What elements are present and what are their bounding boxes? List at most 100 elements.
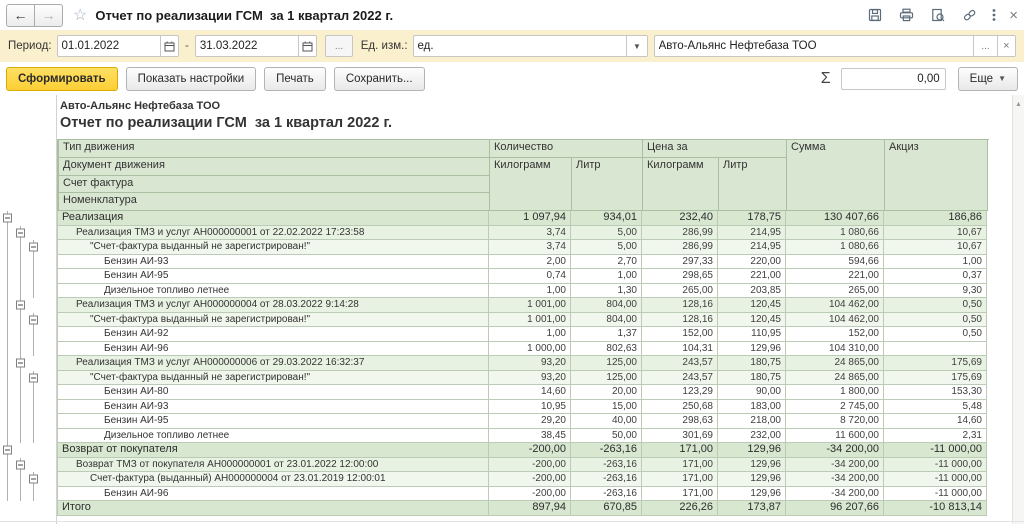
collapse-minus-icon[interactable] bbox=[3, 446, 12, 455]
vertical-scrollbar[interactable]: ▲ bbox=[1012, 95, 1024, 524]
tree-gutter-cell bbox=[0, 443, 57, 458]
print-icon[interactable] bbox=[899, 8, 914, 22]
row-value: 5,48 bbox=[884, 400, 987, 415]
report-row[interactable]: Бензин АИ-96-200,00-263,16171,00129,96-3… bbox=[0, 487, 1024, 502]
date-to-input[interactable] bbox=[196, 36, 298, 56]
print-button[interactable]: Печать bbox=[264, 67, 326, 91]
forward-button[interactable]: → bbox=[34, 4, 63, 27]
report-row[interactable]: Дизельное топливо летнее1,001,30265,0020… bbox=[0, 284, 1024, 299]
close-icon[interactable]: × bbox=[1009, 7, 1018, 24]
preview-icon[interactable] bbox=[931, 8, 945, 22]
report-row[interactable]: Счет-фактура (выданный) АН000000004 от 2… bbox=[0, 472, 1024, 487]
tree-gutter-cell bbox=[0, 458, 57, 473]
report-row[interactable]: Реализация ТМЗ и услуг АН000000001 от 22… bbox=[0, 226, 1024, 241]
report-row[interactable]: Бензин АИ-9529,2040,00298,63218,008 720,… bbox=[0, 414, 1024, 429]
collapse-minus-icon[interactable] bbox=[29, 373, 38, 382]
report-row[interactable]: "Счет-фактура выданный не зарегистрирова… bbox=[0, 240, 1024, 255]
unit-input[interactable] bbox=[414, 36, 627, 56]
collapse-minus-icon[interactable] bbox=[16, 359, 25, 368]
kebab-menu-icon[interactable] bbox=[992, 8, 996, 22]
report-row[interactable]: Возврат ТМЗ от покупателя АН000000001 от… bbox=[0, 458, 1024, 473]
report-row[interactable]: Реализация ТМЗ и услуг АН000000004 от 28… bbox=[0, 298, 1024, 313]
tree-line bbox=[7, 414, 8, 429]
row-value: 243,57 bbox=[642, 356, 718, 371]
collapse-minus-icon[interactable] bbox=[29, 243, 38, 252]
period-more-button[interactable]: ... bbox=[325, 35, 352, 57]
report-row[interactable]: Бензин АИ-932,002,70297,33220,00594,661,… bbox=[0, 255, 1024, 270]
back-button[interactable]: ← bbox=[6, 4, 35, 27]
row-value: 120,45 bbox=[718, 298, 786, 313]
report-row[interactable]: Бензин АИ-950,741,00298,65221,00221,000,… bbox=[0, 269, 1024, 284]
report-row[interactable]: Бензин АИ-9310,9515,00250,68183,002 745,… bbox=[0, 400, 1024, 415]
row-value: 220,00 bbox=[718, 255, 786, 270]
date-from-input[interactable] bbox=[58, 36, 160, 56]
row-value: 14,60 bbox=[489, 385, 571, 400]
show-settings-button[interactable]: Показать настройки bbox=[126, 67, 257, 91]
save-icon[interactable] bbox=[868, 8, 882, 22]
scroll-up-icon[interactable]: ▲ bbox=[1013, 101, 1024, 108]
row-value: 232,40 bbox=[642, 211, 718, 226]
row-value: 3,74 bbox=[489, 240, 571, 255]
row-value: 0,50 bbox=[884, 327, 987, 342]
row-label: Реализация ТМЗ и услуг АН000000004 от 28… bbox=[57, 298, 489, 313]
generate-button[interactable]: Сформировать bbox=[6, 67, 118, 91]
tree-line bbox=[20, 327, 21, 342]
collapse-minus-icon[interactable] bbox=[16, 460, 25, 469]
save-button[interactable]: Сохранить... bbox=[334, 67, 425, 91]
date-from-field[interactable] bbox=[57, 35, 179, 57]
table-header: Тип движения Документ движения Счет факт… bbox=[57, 139, 989, 211]
header-qty-kilogram: Килограмм bbox=[490, 158, 572, 211]
report-row[interactable]: Бензин АИ-8014,6020,00123,2990,001 800,0… bbox=[0, 385, 1024, 400]
link-icon[interactable] bbox=[962, 8, 977, 22]
org-more-button[interactable]: ... bbox=[973, 36, 996, 56]
row-label: Реализация ТМЗ и услуг АН000000001 от 22… bbox=[57, 226, 489, 241]
report-row[interactable]: Бензин АИ-921,001,37152,00110,95152,000,… bbox=[0, 327, 1024, 342]
autosum-input[interactable] bbox=[842, 69, 945, 89]
unit-field[interactable]: ▼ bbox=[413, 35, 648, 57]
report-row[interactable]: Возврат от покупателя-200,00-263,16171,0… bbox=[0, 443, 1024, 458]
tree-gutter-cell bbox=[0, 284, 57, 299]
tree-line bbox=[7, 472, 8, 487]
organization-input[interactable] bbox=[655, 36, 974, 56]
row-value: 129,96 bbox=[718, 342, 786, 357]
collapse-minus-icon[interactable] bbox=[16, 228, 25, 237]
row-value: 11 600,00 bbox=[786, 429, 884, 444]
tree-gutter-cell bbox=[0, 472, 57, 487]
autosum-icon[interactable]: Σ bbox=[821, 70, 831, 88]
collapse-minus-icon[interactable] bbox=[29, 475, 38, 484]
more-button[interactable]: Еще ▼ bbox=[958, 67, 1018, 91]
row-value: 250,68 bbox=[642, 400, 718, 415]
tree-line bbox=[20, 400, 21, 415]
row-value: -200,00 bbox=[489, 443, 571, 458]
tree-line bbox=[7, 226, 8, 241]
tree-line bbox=[7, 400, 8, 415]
favorite-star-icon[interactable]: ☆ bbox=[73, 5, 87, 25]
tree-line bbox=[20, 385, 21, 400]
row-value: -11 000,00 bbox=[884, 487, 987, 502]
tree-line bbox=[33, 429, 34, 444]
report-row[interactable]: Дизельное топливо летнее38,4550,00301,69… bbox=[0, 429, 1024, 444]
report-row[interactable]: Реализация ТМЗ и услуг АН000000006 от 29… bbox=[0, 356, 1024, 371]
header-excise: Акциз bbox=[885, 140, 988, 211]
collapse-minus-icon[interactable] bbox=[16, 301, 25, 310]
row-value: 104 462,00 bbox=[786, 313, 884, 328]
date-to-field[interactable] bbox=[195, 35, 317, 57]
report-row[interactable]: "Счет-фактура выданный не зарегистрирова… bbox=[0, 371, 1024, 386]
row-value bbox=[884, 342, 987, 357]
collapse-minus-icon[interactable] bbox=[3, 214, 12, 223]
collapse-minus-icon[interactable] bbox=[29, 315, 38, 324]
row-value: 24 865,00 bbox=[786, 356, 884, 371]
calendar-icon[interactable] bbox=[298, 36, 316, 56]
report-row[interactable]: Итого897,94670,85226,26173,8796 207,66-1… bbox=[0, 501, 1024, 516]
unit-dropdown-icon[interactable]: ▼ bbox=[626, 36, 646, 56]
calendar-icon[interactable] bbox=[160, 36, 178, 56]
row-value: 14,60 bbox=[884, 414, 987, 429]
tree-line bbox=[20, 255, 21, 270]
autosum-field[interactable] bbox=[841, 68, 946, 90]
report-row[interactable]: Бензин АИ-961 000,00802,63104,31129,9610… bbox=[0, 342, 1024, 357]
organization-field[interactable]: ... × bbox=[654, 35, 1016, 57]
row-value: -34 200,00 bbox=[786, 458, 884, 473]
org-clear-icon[interactable]: × bbox=[997, 36, 1015, 56]
report-row[interactable]: Реализация1 097,94934,01232,40178,75130 … bbox=[0, 211, 1024, 226]
report-row[interactable]: "Счет-фактура выданный не зарегистрирова… bbox=[0, 313, 1024, 328]
